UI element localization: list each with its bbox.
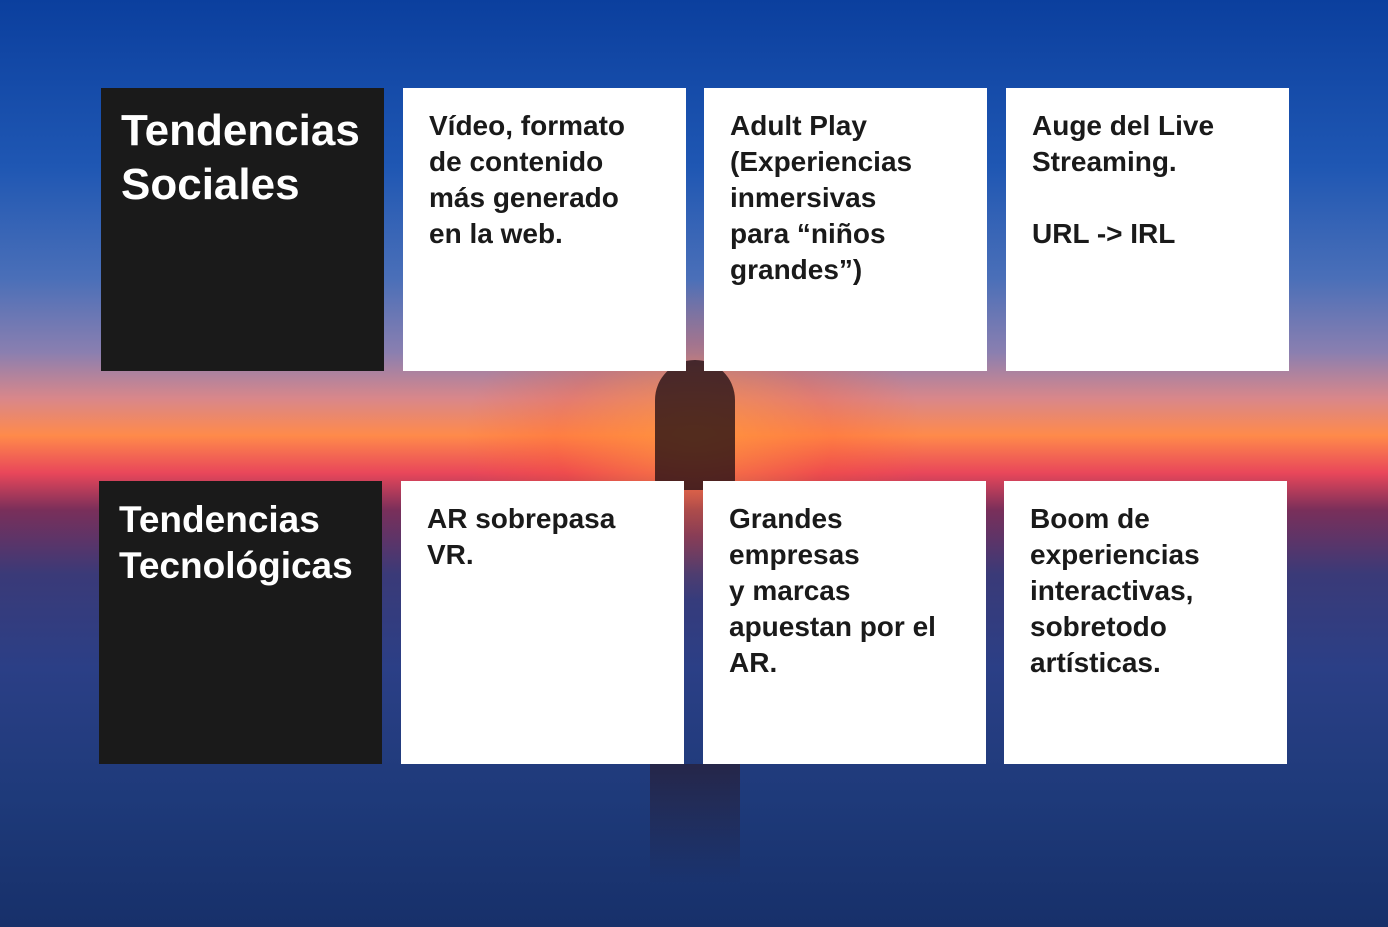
card-line: de contenido — [429, 146, 604, 177]
card-line: VR. — [427, 539, 474, 570]
trend-card-live-streaming: Auge del Live Streaming. URL -> IRL — [1006, 88, 1289, 371]
card-line: Vídeo, formato — [429, 110, 626, 141]
card-line: interactivas, — [1030, 575, 1194, 606]
title-line: Tecnológicas — [119, 545, 353, 586]
trend-card-video: Vídeo, formato de contenido más generado… — [403, 88, 686, 371]
card-line: Adult Play — [730, 110, 867, 141]
title-line: Tendencias — [121, 106, 360, 155]
card-line: URL -> IRL — [1032, 218, 1176, 249]
trend-card-adult-play: Adult Play (Experiencias inmersivas para… — [704, 88, 987, 371]
card-line: y marcas — [729, 575, 851, 606]
trend-card-brands-ar: Grandes empresas y marcas apuestan por e… — [703, 481, 986, 764]
card-line: Boom de — [1030, 503, 1150, 534]
card-line: AR. — [729, 647, 778, 678]
card-line: para “niños — [730, 218, 886, 249]
card-line: más generado — [429, 182, 619, 213]
card-line: Grandes — [729, 503, 843, 534]
card-line — [1032, 180, 1263, 216]
card-line: experiencias — [1030, 539, 1200, 570]
section-title-technology: Tendencias Tecnológicas — [99, 481, 382, 764]
trend-card-ar-vr: AR sobrepasa VR. — [401, 481, 684, 764]
card-line: grandes”) — [730, 254, 863, 285]
water-reflection — [650, 764, 740, 884]
section-title-social: Tendencias Sociales — [101, 88, 384, 371]
card-line: (Experiencias — [730, 146, 913, 177]
card-line: en la web. — [429, 218, 563, 249]
card-line: Auge del Live — [1032, 110, 1215, 141]
title-line: Sociales — [121, 160, 300, 209]
card-line: AR sobrepasa — [427, 503, 616, 534]
card-line: inmersivas — [730, 182, 877, 213]
trend-card-interactive-experiences: Boom de experiencias interactivas, sobre… — [1004, 481, 1287, 764]
title-line: Tendencias — [119, 499, 320, 540]
card-line: sobretodo — [1030, 611, 1167, 642]
card-line: Streaming. — [1032, 146, 1177, 177]
card-line: apuestan por el — [729, 611, 936, 642]
silhouette-figure — [655, 360, 735, 490]
card-line: empresas — [729, 539, 860, 570]
card-line: artísticas. — [1030, 647, 1161, 678]
